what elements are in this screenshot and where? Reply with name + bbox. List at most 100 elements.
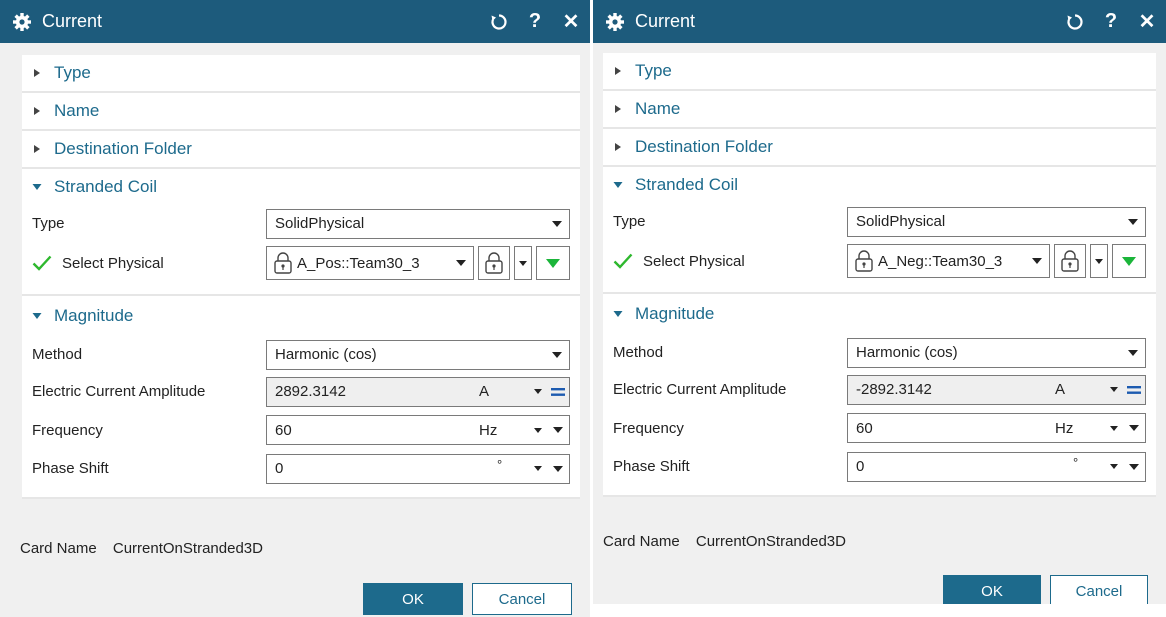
- section-destination-folder-header[interactable]: Destination Folder: [603, 129, 1156, 165]
- frequency-field[interactable]: 60 Hz: [847, 413, 1146, 443]
- dialog-title: Current: [635, 11, 696, 31]
- chevron-down-icon[interactable]: [545, 341, 569, 369]
- lock-icon: [274, 252, 292, 274]
- method-select[interactable]: Harmonic (cos): [266, 339, 570, 370]
- unit-dropdown-icon[interactable]: [1105, 414, 1123, 442]
- section-type-header[interactable]: Type: [22, 55, 580, 91]
- chevron-down-icon[interactable]: [545, 210, 569, 238]
- check-icon: [613, 253, 633, 269]
- section-stranded-coil-header[interactable]: Stranded Coil: [603, 167, 1156, 203]
- chevron-down-icon[interactable]: [547, 455, 569, 483]
- unit-dropdown-icon[interactable]: [1105, 453, 1123, 481]
- coil-type-value: SolidPhysical: [856, 213, 946, 230]
- lock-options-button[interactable]: [514, 246, 532, 280]
- section-magnitude-header[interactable]: Magnitude: [22, 296, 580, 336]
- chevron-down-icon[interactable]: [449, 247, 473, 279]
- select-physical-field[interactable]: A_Neg::Team30_3: [847, 244, 1050, 278]
- section-type-label: Type: [54, 63, 91, 82]
- expand-selection-button[interactable]: [1112, 244, 1146, 278]
- equals-icon[interactable]: [1123, 376, 1145, 404]
- section-type: Type: [22, 55, 580, 93]
- help-icon[interactable]: ?: [524, 10, 546, 33]
- lock-button[interactable]: [1054, 244, 1086, 278]
- lock-icon: [855, 250, 873, 272]
- lock-options-button[interactable]: [1090, 244, 1108, 278]
- card-name-label: Card Name: [20, 540, 97, 557]
- select-physical-field[interactable]: A_Pos::Team30_3: [266, 246, 474, 280]
- reset-icon[interactable]: [1064, 11, 1086, 33]
- phase-shift-row: Phase Shift 0 °: [613, 448, 1146, 485]
- coil-type-label: Type: [32, 215, 65, 232]
- expand-selection-button[interactable]: [536, 246, 570, 280]
- section-name: Name: [22, 93, 580, 131]
- collapse-arrow-icon: [32, 313, 42, 319]
- section-name-header[interactable]: Name: [603, 91, 1156, 127]
- select-physical-value: A_Pos::Team30_3: [297, 254, 420, 272]
- phase-shift-label: Phase Shift: [613, 458, 690, 475]
- method-label: Method: [613, 344, 664, 361]
- coil-type-select[interactable]: SolidPhysical: [266, 208, 570, 239]
- coil-type-select[interactable]: SolidPhysical: [847, 206, 1146, 237]
- close-icon[interactable]: ✕: [1136, 11, 1158, 33]
- section-stranded-coil-header[interactable]: Stranded Coil: [22, 169, 580, 205]
- dialog-titlebar: Current ? ✕: [0, 0, 590, 43]
- section-stranded-coil-label: Stranded Coil: [54, 177, 158, 196]
- frequency-label: Frequency: [32, 421, 103, 439]
- section-name-label: Name: [54, 101, 100, 120]
- unit-dropdown-icon[interactable]: [529, 378, 547, 406]
- section-destination-folder-label: Destination Folder: [635, 137, 773, 156]
- chevron-down-icon[interactable]: [1025, 245, 1049, 277]
- amplitude-field[interactable]: 2892.3142 A: [266, 376, 570, 407]
- phase-shift-unit: °: [497, 457, 503, 472]
- ok-button[interactable]: OK: [943, 575, 1041, 604]
- card-name-value: CurrentOnStranded3D: [112, 540, 263, 557]
- expand-arrow-icon: [615, 67, 621, 75]
- close-icon[interactable]: ✕: [560, 11, 582, 33]
- method-select[interactable]: Harmonic (cos): [847, 337, 1146, 368]
- gear-icon[interactable]: [605, 12, 625, 32]
- chevron-down-icon[interactable]: [1121, 208, 1145, 236]
- unit-dropdown-icon[interactable]: [529, 455, 547, 483]
- phase-shift-field[interactable]: 0 °: [266, 453, 570, 484]
- lock-button[interactable]: [478, 246, 510, 280]
- expand-arrow-icon: [615, 105, 621, 113]
- frequency-label: Frequency: [613, 419, 684, 437]
- chevron-down-icon: [1095, 258, 1103, 264]
- chevron-down-icon: [519, 260, 527, 266]
- coil-type-row: Type SolidPhysical: [613, 203, 1146, 240]
- section-type: Type: [603, 53, 1156, 91]
- cancel-button[interactable]: Cancel: [472, 583, 572, 615]
- expand-arrow-icon: [34, 145, 40, 153]
- unit-dropdown-icon[interactable]: [1105, 376, 1123, 404]
- section-destination-folder-label: Destination Folder: [54, 139, 192, 158]
- frequency-row: Frequency 60 Hz: [32, 410, 570, 450]
- amplitude-field[interactable]: -2892.3142 A: [847, 374, 1146, 405]
- frequency-row: Frequency 60 Hz: [613, 408, 1146, 448]
- chevron-down-icon[interactable]: [1121, 339, 1145, 367]
- chevron-down-icon[interactable]: [547, 416, 569, 444]
- amplitude-unit: A: [1055, 381, 1066, 398]
- gear-icon[interactable]: [12, 12, 32, 32]
- cancel-button[interactable]: Cancel: [1050, 575, 1148, 604]
- section-magnitude-header[interactable]: Magnitude: [603, 294, 1156, 334]
- select-physical-label-wrap: Select Physical: [613, 253, 847, 270]
- section-stranded-coil: Stranded Coil Type SolidPhysical Select …: [22, 169, 580, 296]
- dialog-sections: Type Name Destination Folder Stranded Co…: [603, 53, 1156, 497]
- chevron-down-icon[interactable]: [1123, 453, 1145, 481]
- section-destination-folder: Destination Folder: [22, 131, 580, 169]
- select-physical-label: Select Physical: [643, 252, 745, 270]
- phase-shift-unit: °: [1073, 455, 1079, 470]
- unit-dropdown-icon[interactable]: [529, 416, 547, 444]
- select-physical-row: Select Physical A_Neg::Team30_3: [613, 240, 1146, 282]
- section-name-header[interactable]: Name: [22, 93, 580, 129]
- ok-button[interactable]: OK: [363, 583, 463, 615]
- equals-icon[interactable]: [547, 378, 569, 406]
- section-type-label: Type: [635, 61, 672, 80]
- frequency-field[interactable]: 60 Hz: [266, 415, 570, 445]
- section-type-header[interactable]: Type: [603, 53, 1156, 89]
- phase-shift-field[interactable]: 0 °: [847, 451, 1146, 482]
- chevron-down-icon[interactable]: [1123, 414, 1145, 442]
- help-icon[interactable]: ?: [1100, 10, 1122, 33]
- reset-icon[interactable]: [488, 11, 510, 33]
- section-destination-folder-header[interactable]: Destination Folder: [22, 131, 580, 167]
